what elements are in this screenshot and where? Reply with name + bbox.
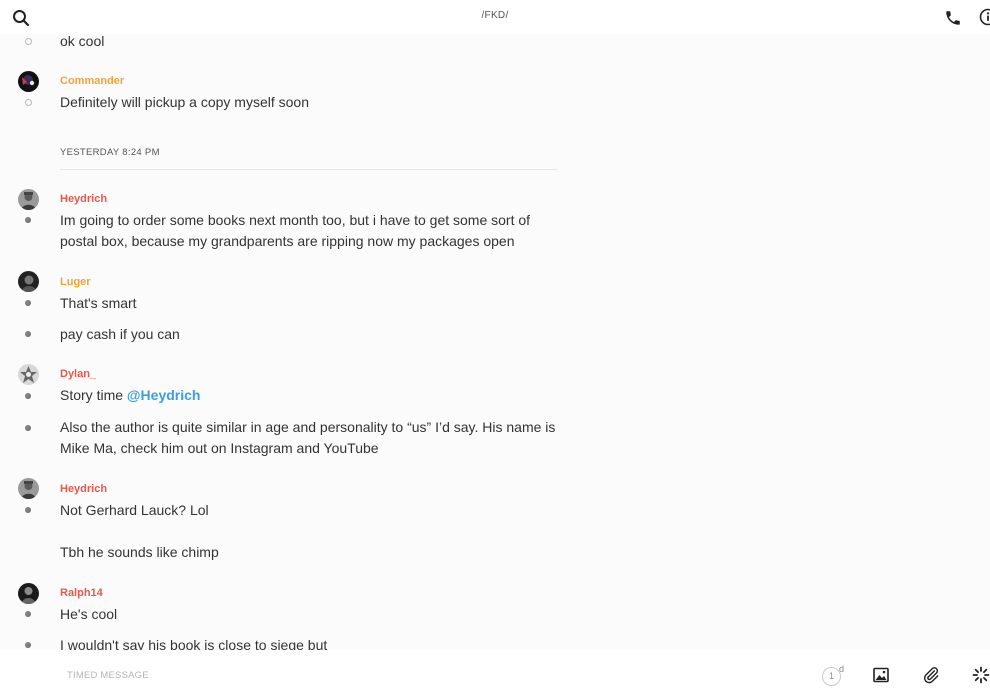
message-text: Also the author is quite similar in age …	[60, 419, 556, 456]
message-status-indicator	[25, 611, 31, 617]
avatar[interactable]	[18, 189, 39, 210]
avatar[interactable]	[18, 583, 39, 604]
message-text: Im going to order some books next month …	[60, 212, 531, 249]
message-status-indicator	[25, 393, 31, 399]
date-divider	[60, 169, 557, 170]
date-divider-label: YESTERDAY 8:24 PM	[60, 147, 160, 158]
message-feed[interactable]: ok cool Commander Definitely will pickup…	[0, 34, 990, 650]
user-mention[interactable]: @Heydrich	[127, 387, 201, 403]
message-status-indicator	[25, 217, 31, 223]
avatar[interactable]	[18, 364, 39, 385]
message-composer: TIMED MESSAGE 1 d	[0, 650, 990, 700]
message-status-indicator	[25, 425, 31, 431]
message-status-indicator	[25, 507, 31, 513]
timer-icon[interactable]: 1 d	[822, 664, 846, 688]
message-input[interactable]: TIMED MESSAGE	[67, 670, 149, 681]
paperclip-icon[interactable]	[922, 666, 940, 684]
conversation-header: /FKD/	[0, 0, 990, 34]
message-text: That's smart	[60, 295, 137, 311]
message-text: Not Gerhard Lauck? Lol	[60, 502, 209, 518]
message-status-indicator	[25, 331, 31, 337]
message-status-indicator	[24, 38, 32, 45]
message-author[interactable]: Ralph14	[60, 587, 103, 599]
timer-unit: d	[839, 664, 845, 674]
message-text-plain: Story time	[60, 387, 127, 403]
spinner-icon[interactable]	[972, 666, 990, 684]
image-icon[interactable]	[873, 667, 889, 683]
message-author[interactable]: Heydrich	[60, 483, 107, 495]
message-text: Story time @Heydrich	[60, 385, 560, 406]
message-text: Definitely will pickup a copy myself soo…	[60, 94, 309, 110]
message-text: He's cool	[60, 606, 118, 622]
message-author[interactable]: Luger	[60, 276, 91, 288]
message-status-indicator	[25, 300, 31, 306]
message-text: pay cash if you can	[60, 326, 180, 342]
message-author[interactable]: Commander	[60, 75, 124, 87]
avatar[interactable]	[18, 478, 39, 499]
avatar[interactable]	[18, 271, 39, 292]
message-status-indicator	[25, 642, 31, 648]
message-author[interactable]: Dylan_	[60, 368, 96, 380]
phone-icon[interactable]	[944, 9, 962, 27]
info-icon[interactable]	[979, 8, 990, 26]
message-status-indicator	[24, 99, 32, 106]
message-text: Tbh he sounds like chimp	[60, 544, 219, 560]
conversation-title: /FKD/	[481, 10, 509, 21]
message-text: I wouldn't say his book is close to sieg…	[60, 637, 328, 650]
avatar[interactable]	[18, 71, 39, 92]
message-author[interactable]: Heydrich	[60, 193, 107, 205]
message-text: ok cool	[60, 34, 105, 49]
